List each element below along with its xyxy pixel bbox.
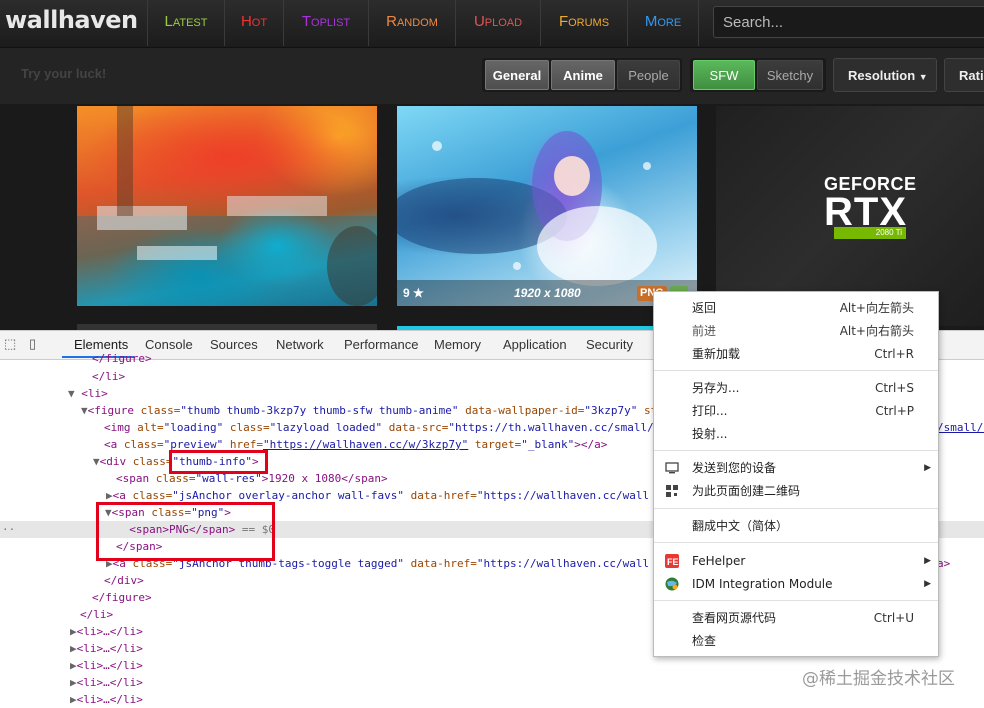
fehelper-icon: FE bbox=[665, 554, 679, 568]
submenu-arrow-icon: ▶ bbox=[924, 556, 931, 566]
menu-item-reload[interactable]: 重新加载 Ctrl+R bbox=[654, 343, 938, 365]
submenu-arrow-icon: ▶ bbox=[924, 579, 931, 589]
expand-arrow-icon[interactable]: ▼ bbox=[0, 455, 100, 468]
site-header: wallhaven Latest Hot Toplist Random Uplo… bbox=[0, 0, 984, 48]
search-hint: Try your luck! bbox=[21, 66, 107, 81]
menu-item-fehelper[interactable]: FE FeHelper ▶ bbox=[654, 550, 938, 572]
qr-code-icon bbox=[666, 485, 678, 497]
dom-line[interactable]: ▶<li>…</li> bbox=[0, 691, 984, 708]
nav-random[interactable]: Random bbox=[368, 0, 455, 46]
device-icon bbox=[665, 462, 679, 474]
site-logo[interactable]: wallhaven bbox=[5, 6, 138, 34]
submenu-arrow-icon: ▶ bbox=[924, 463, 931, 473]
category-people-button[interactable]: People bbox=[617, 60, 680, 90]
idm-globe-icon bbox=[665, 577, 679, 591]
ratio-dropdown[interactable]: Ratio bbox=[944, 58, 984, 92]
device-toolbar-icon[interactable]: ▯ bbox=[29, 337, 43, 351]
menu-separator bbox=[654, 508, 938, 509]
expand-arrow-icon[interactable]: ▼ bbox=[0, 506, 112, 519]
expand-arrow-icon[interactable]: ▼ bbox=[0, 387, 81, 400]
collapsed-arrow-icon[interactable]: ▶ bbox=[0, 693, 77, 706]
context-menu: 返回 Alt+向左箭头 前进 Alt+向右箭头 重新加载 Ctrl+R 另存为... C… bbox=[653, 291, 939, 657]
menu-item-qr-code[interactable]: 为此页面创建二维码 bbox=[654, 480, 938, 502]
anime-image bbox=[397, 131, 657, 286]
collapsed-arrow-icon[interactable]: ▶ bbox=[0, 642, 77, 655]
expand-arrow-icon[interactable]: ▼ bbox=[0, 404, 88, 417]
nav-upload[interactable]: Upload bbox=[455, 0, 540, 46]
menu-separator bbox=[654, 600, 938, 601]
purity-sfw-button[interactable]: SFW bbox=[693, 60, 755, 90]
nav-more[interactable]: More bbox=[627, 0, 699, 46]
menu-item-idm[interactable]: IDM Integration Module ▶ bbox=[654, 573, 938, 595]
thumbnail-waterfall[interactable] bbox=[77, 106, 377, 306]
caret-down-icon: ▼ bbox=[918, 72, 928, 82]
star-icon: ★ bbox=[409, 286, 424, 300]
menu-item-forward[interactable]: 前进 Alt+向右箭头 bbox=[654, 320, 938, 342]
wall-resolution: 1920 x 1080 bbox=[514, 286, 581, 300]
resolution-label: Resolution bbox=[848, 68, 916, 83]
waterfall-image bbox=[77, 106, 377, 306]
menu-item-back[interactable]: 返回 Alt+向左箭头 bbox=[654, 297, 938, 319]
annotation-box-png-span bbox=[96, 502, 275, 561]
menu-separator bbox=[654, 542, 938, 543]
favorites-value: 9 bbox=[403, 286, 410, 300]
resolution-dropdown[interactable]: Resolution ▼ bbox=[833, 58, 937, 92]
nav-hot[interactable]: Hot bbox=[224, 0, 283, 46]
menu-item-inspect[interactable]: 检查 bbox=[654, 630, 938, 652]
search-input[interactable]: Search... bbox=[713, 6, 984, 38]
collapsed-arrow-icon[interactable]: ▶ bbox=[0, 489, 113, 502]
collapsed-arrow-icon[interactable]: ▶ bbox=[0, 625, 77, 638]
nav-latest[interactable]: Latest bbox=[147, 0, 224, 46]
menu-item-send-to-device[interactable]: 发送到您的设备 ▶ bbox=[654, 457, 938, 479]
nav-forums[interactable]: Forums bbox=[540, 0, 627, 46]
thumbnail-anime[interactable]: 9 ★ 1920 x 1080 PNG bbox=[397, 106, 697, 306]
watermark-text: @稀土掘金技术社区 bbox=[802, 669, 955, 689]
menu-item-translate[interactable]: 翻成中文（简体） bbox=[654, 515, 938, 537]
menu-item-print[interactable]: 打印... Ctrl+P bbox=[654, 400, 938, 422]
category-general-button[interactable]: General bbox=[485, 60, 549, 90]
menu-item-cast[interactable]: 投射... bbox=[654, 423, 938, 445]
category-anime-button[interactable]: Anime bbox=[551, 60, 615, 90]
collapsed-arrow-icon[interactable]: ▶ bbox=[0, 659, 77, 672]
menu-separator bbox=[654, 370, 938, 371]
inspect-element-icon[interactable]: ⬚ bbox=[4, 337, 18, 351]
menu-item-view-source[interactable]: 查看网页源代码 Ctrl+U bbox=[654, 607, 938, 629]
annotation-box-thumb-info bbox=[169, 450, 268, 474]
menu-item-save-as[interactable]: 另存为... Ctrl+S bbox=[654, 377, 938, 399]
purity-sketchy-button[interactable]: Sketchy bbox=[757, 60, 823, 90]
favorites-count[interactable]: 9 ★ bbox=[403, 286, 424, 300]
rtx-model-badge: 2080 Ti bbox=[834, 227, 906, 239]
collapsed-arrow-icon[interactable]: ▶ bbox=[0, 676, 77, 689]
nav-toplist[interactable]: Toplist bbox=[283, 0, 368, 46]
menu-separator bbox=[654, 450, 938, 451]
svg-text:FE: FE bbox=[667, 557, 679, 567]
filter-bar: Try your luck! General Anime People SFW … bbox=[0, 48, 984, 104]
